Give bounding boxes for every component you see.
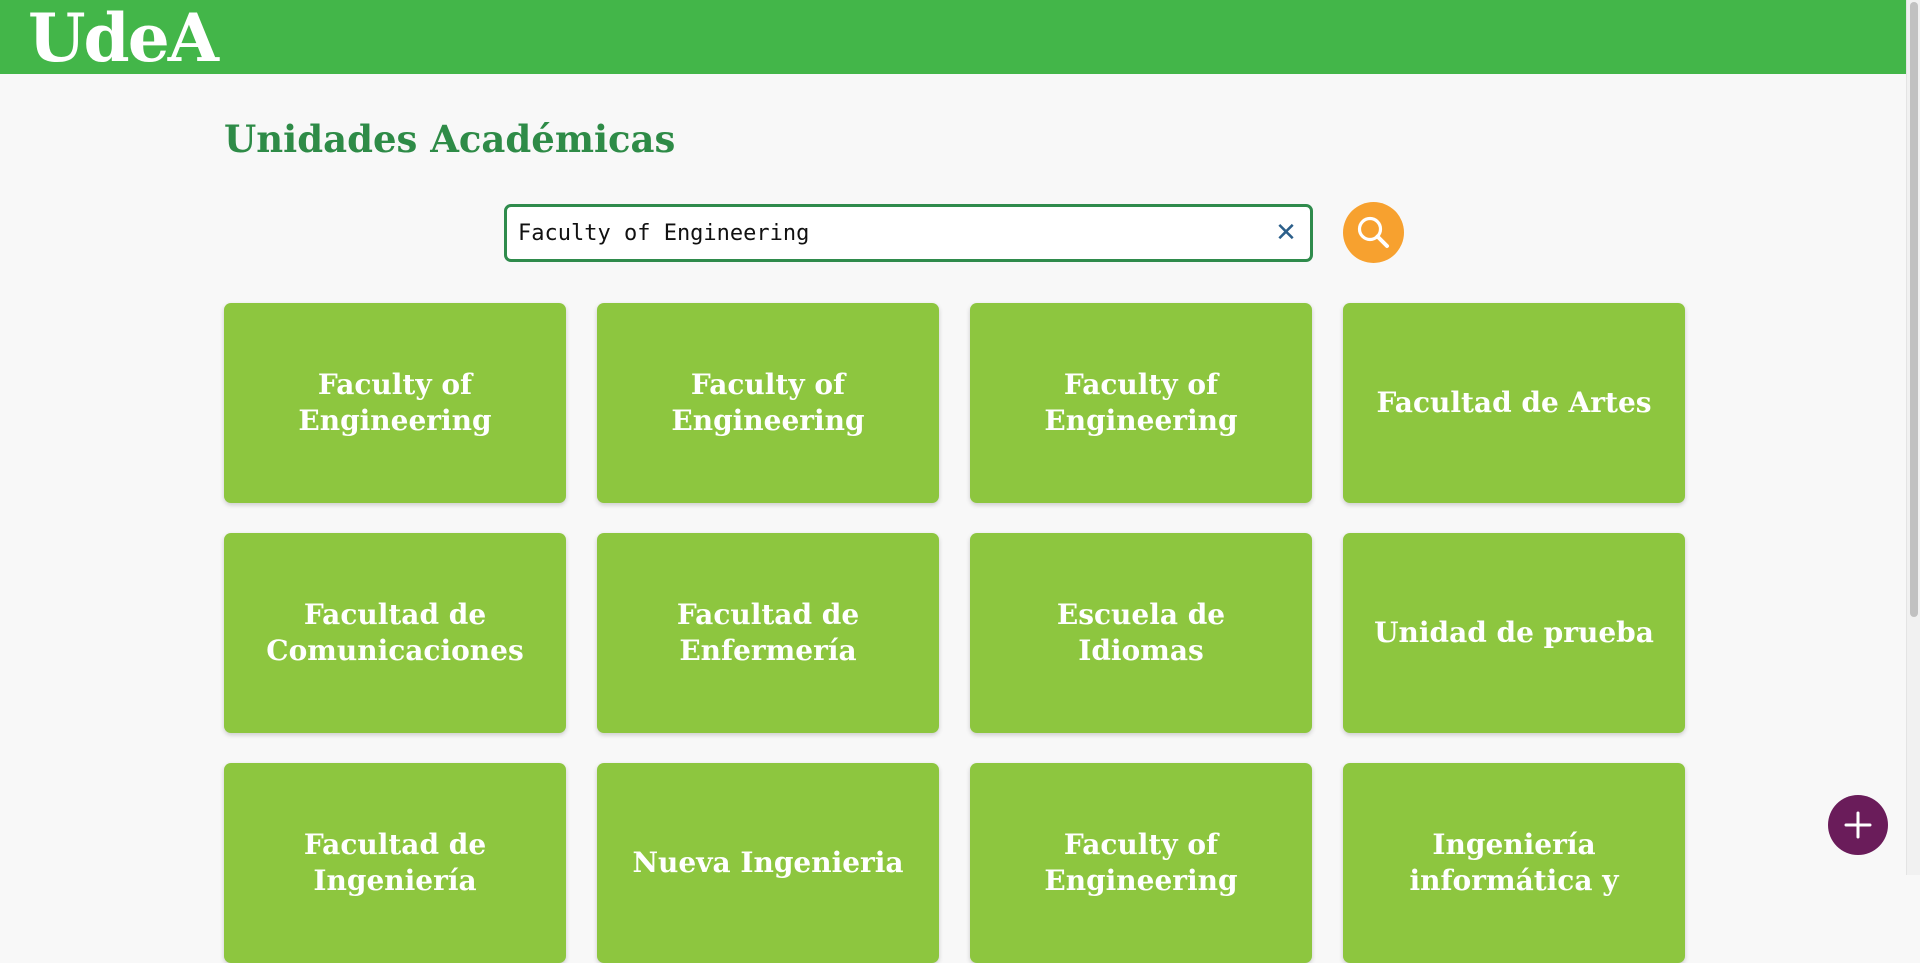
- search-button[interactable]: [1343, 202, 1404, 263]
- unit-card-label: Nueva Ingenieria: [632, 846, 904, 879]
- brand-logo[interactable]: UdeA: [28, 0, 219, 76]
- unit-card[interactable]: Facultad de Comunicaciones: [224, 533, 566, 733]
- unit-card[interactable]: Escuela de Idiomas: [970, 533, 1312, 733]
- unit-card[interactable]: Faculty of Engineering: [970, 303, 1312, 503]
- add-unit-button[interactable]: [1828, 795, 1888, 855]
- unit-card[interactable]: Facultad de Artes: [1343, 303, 1685, 503]
- unit-card[interactable]: Ingeniería informática y: [1343, 763, 1685, 963]
- search-input[interactable]: [518, 207, 1258, 259]
- page-title: Unidades Académicas: [224, 117, 676, 161]
- top-bar: UdeA: [0, 0, 1906, 76]
- unit-card-label: Facultad de Comunicaciones: [266, 598, 524, 667]
- unit-card[interactable]: Unidad de prueba: [1343, 533, 1685, 733]
- search-icon: [1357, 216, 1389, 248]
- unit-card[interactable]: Facultad de Ingeniería: [224, 763, 566, 963]
- unit-card-label: Escuela de Idiomas: [1056, 598, 1226, 667]
- unit-card-label: Facultad de Ingeniería: [303, 828, 487, 897]
- unit-card[interactable]: Faculty of Engineering: [970, 763, 1312, 963]
- unit-card[interactable]: Facultad de Enfermería: [597, 533, 939, 733]
- unit-card-label: Faculty of Engineering: [671, 368, 865, 437]
- unit-card-label: Faculty of Engineering: [1044, 368, 1238, 437]
- unit-card-label: Faculty of Engineering: [1044, 828, 1238, 897]
- units-grid: Faculty of Engineering Faculty of Engine…: [224, 303, 1685, 963]
- unit-card-label: Unidad de prueba: [1374, 616, 1654, 649]
- plus-icon: [1844, 811, 1872, 839]
- unit-card[interactable]: Faculty of Engineering: [224, 303, 566, 503]
- search-box: ✕: [504, 204, 1313, 262]
- scrollbar-thumb[interactable]: [1910, 2, 1918, 617]
- unit-card-label: Ingeniería informática y: [1409, 828, 1619, 897]
- unit-card[interactable]: Faculty of Engineering: [597, 303, 939, 503]
- unit-card-label: Facultad de Enfermería: [676, 598, 860, 667]
- unit-card-label: Faculty of Engineering: [298, 368, 492, 437]
- unit-card[interactable]: Nueva Ingenieria: [597, 763, 939, 963]
- close-icon[interactable]: ✕: [1272, 219, 1300, 247]
- unit-card-label: Facultad de Artes: [1376, 386, 1652, 419]
- vertical-scrollbar[interactable]: [1906, 0, 1920, 875]
